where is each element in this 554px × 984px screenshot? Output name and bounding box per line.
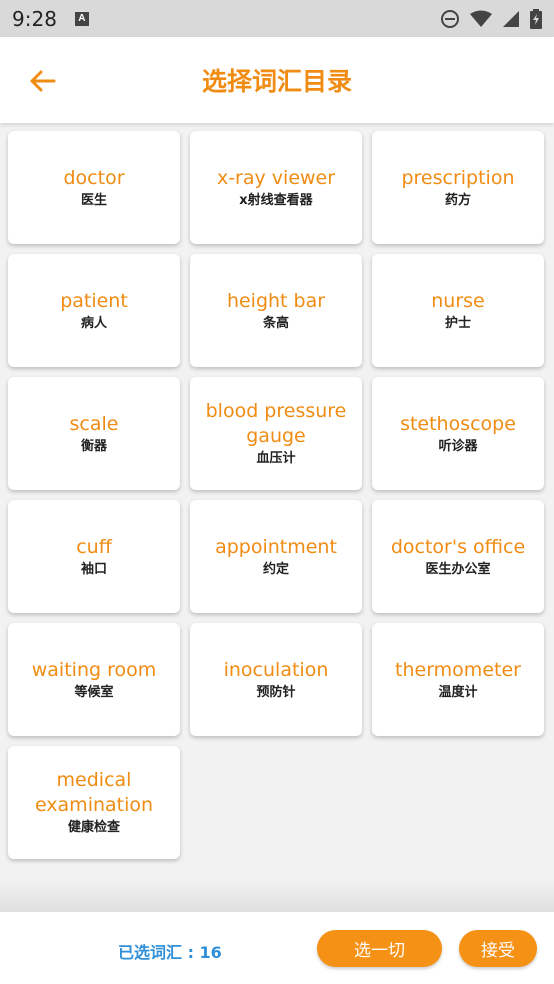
bottom-bar: 已选词汇 : 16 选一切 接受: [0, 912, 554, 984]
word-english: doctor: [63, 166, 125, 189]
word-english: appointment: [215, 535, 337, 558]
selected-count: 已选词汇 : 16: [118, 943, 222, 962]
word-card[interactable]: height bar 条高: [190, 254, 362, 367]
word-chinese: 条高: [262, 315, 289, 331]
word-card[interactable]: doctor 医生: [8, 131, 180, 244]
word-chinese: 病人: [80, 315, 107, 331]
word-card[interactable]: inoculation 预防针: [190, 623, 362, 736]
word-chinese: 预防针: [256, 684, 296, 700]
word-card[interactable]: prescription 药方: [372, 131, 544, 244]
select-all-button[interactable]: 选一切: [317, 930, 442, 967]
word-card[interactable]: x-ray viewer x射线查看器: [190, 131, 362, 244]
word-chinese: 健康检查: [67, 820, 120, 835]
page-title: 选择词汇目录: [201, 67, 352, 96]
back-button[interactable]: [24, 63, 60, 99]
word-chinese: 衡器: [80, 438, 107, 454]
word-card[interactable]: waiting room 等候室: [8, 623, 180, 736]
status-icons: [440, 8, 542, 29]
status-time: 9:28: [12, 6, 57, 31]
wifi-icon: [470, 10, 492, 27]
word-english: nurse: [431, 289, 485, 312]
word-card[interactable]: nurse 护士: [372, 254, 544, 367]
word-chinese: 护士: [444, 315, 471, 331]
word-chinese: 医生: [80, 192, 107, 208]
word-english: inoculation: [223, 658, 329, 681]
word-chinese: 听诊器: [438, 438, 478, 454]
word-english: height bar: [226, 289, 326, 312]
word-english: prescription: [401, 166, 515, 189]
word-english: doctor's office: [390, 535, 526, 558]
word-card[interactable]: patient 病人: [8, 254, 180, 367]
word-chinese: 血压计: [256, 451, 296, 466]
word-chinese: 等候室: [74, 684, 114, 700]
word-chinese: 药方: [444, 192, 471, 208]
word-english: stethoscope: [400, 412, 516, 435]
word-english: patient: [60, 289, 128, 312]
arrow-left-icon: [30, 70, 56, 92]
word-english: waiting room: [31, 658, 157, 681]
word-card[interactable]: blood pressure gauge 血压计: [190, 377, 362, 490]
word-chinese: 约定: [262, 561, 289, 577]
app-bar: 选择词汇目录: [0, 37, 554, 123]
word-english: cuff: [76, 535, 112, 558]
word-english: thermometer: [395, 658, 521, 681]
accept-button[interactable]: 接受: [459, 930, 537, 967]
word-chinese: x射线查看器: [239, 192, 313, 208]
word-card[interactable]: cuff 袖口: [8, 500, 180, 613]
word-card[interactable]: appointment 约定: [190, 500, 362, 613]
battery-icon: [530, 8, 542, 29]
bottom-bar-shadow: [0, 880, 554, 912]
word-card[interactable]: thermometer 温度计: [372, 623, 544, 736]
word-english: blood pressure gauge: [205, 400, 347, 447]
signal-icon: [503, 10, 519, 27]
word-english: medical examination: [34, 769, 154, 816]
word-card[interactable]: medical examination 健康检查: [8, 746, 180, 859]
vocabulary-grid: doctor 医生 x-ray viewer x射线查看器 prescripti…: [8, 131, 548, 859]
word-chinese: 袖口: [80, 561, 107, 577]
word-english: scale: [69, 412, 119, 435]
word-card[interactable]: scale 衡器: [8, 377, 180, 490]
word-chinese: 医生办公室: [425, 561, 491, 577]
word-card[interactable]: doctor's office 医生办公室: [372, 500, 544, 613]
word-card[interactable]: stethoscope 听诊器: [372, 377, 544, 490]
word-chinese: 温度计: [438, 684, 478, 700]
notification-a-icon: A: [74, 11, 89, 26]
do-not-disturb-icon: [441, 9, 459, 28]
word-english: x-ray viewer: [216, 166, 336, 189]
status-bar: 9:28 A: [0, 0, 554, 37]
